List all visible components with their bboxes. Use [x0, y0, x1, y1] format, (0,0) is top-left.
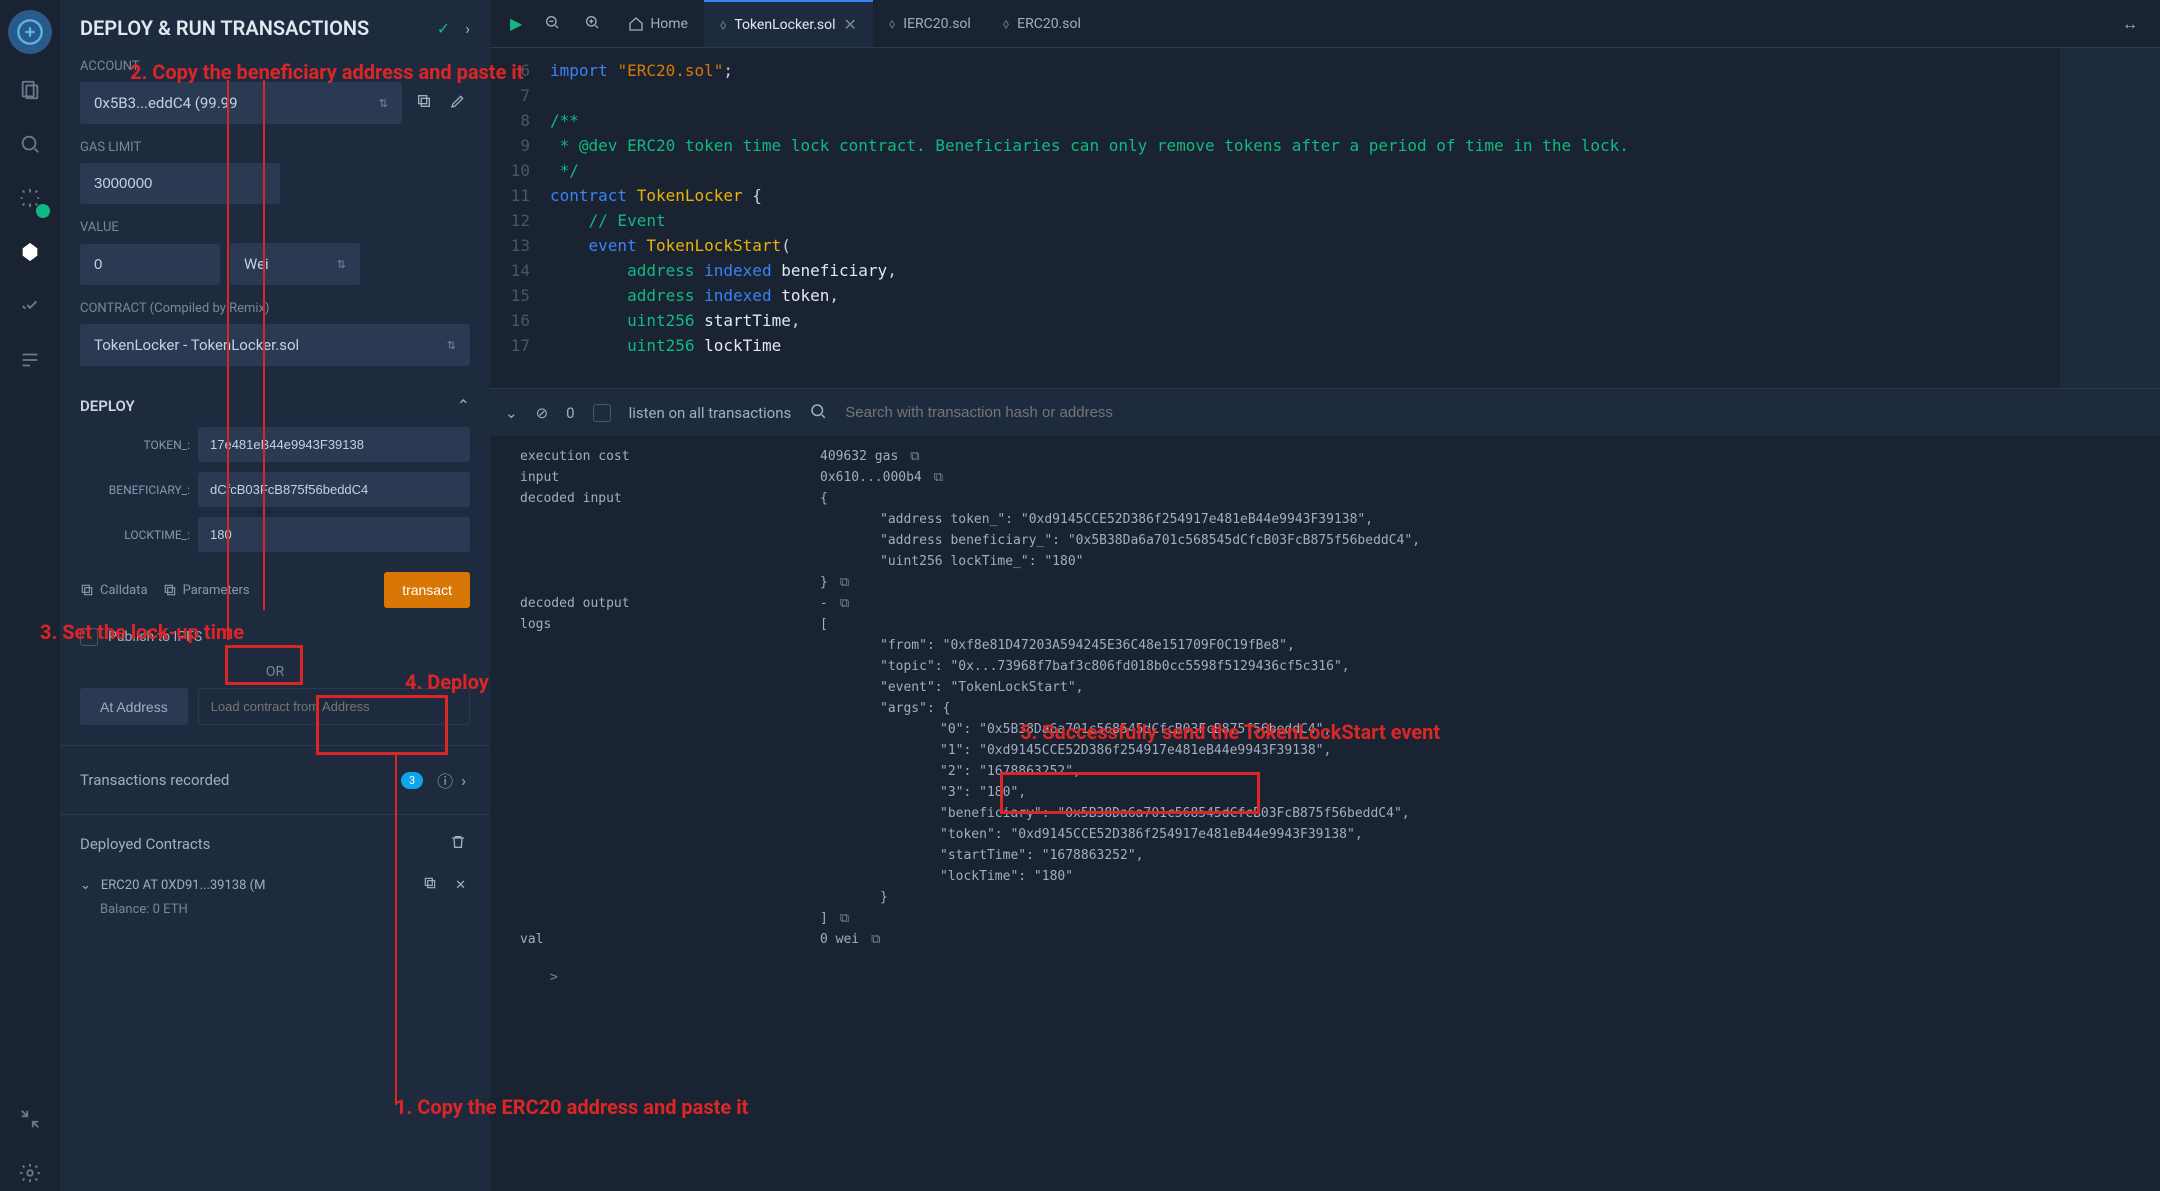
terminal-search-input[interactable] — [845, 404, 2145, 421]
value-unit-select[interactable]: Wei⇅ — [230, 243, 360, 285]
chevron-right-icon[interactable]: › — [457, 767, 470, 794]
copy-icon[interactable]: ⧉ — [871, 932, 880, 947]
publish-ipfs-checkbox[interactable] — [80, 628, 98, 646]
tab-file[interactable]: ⬨ERC20.sol — [987, 0, 1097, 47]
tx-recorded-label: Transactions recorded — [80, 771, 401, 789]
settings-icon[interactable] — [12, 1155, 48, 1191]
edit-account-icon[interactable] — [446, 89, 470, 117]
value-label: VALUE — [80, 220, 470, 235]
zoom-out-icon[interactable] — [532, 14, 572, 34]
listen-label: listen on all transactions — [629, 404, 792, 422]
redline-2b — [263, 80, 265, 610]
terminal-prompt[interactable]: > — [520, 950, 2130, 1005]
deployed-contract-name[interactable]: ERC20 AT 0XD91...39138 (M — [101, 878, 409, 893]
deploy-panel: DEPLOY & RUN TRANSACTIONS ✓ › ACCOUNT 0x… — [60, 0, 490, 1191]
param-label: TOKEN_: — [80, 438, 190, 452]
code-editor[interactable]: 67891011121314151617 import "ERC20.sol";… — [490, 48, 2160, 388]
redline-1 — [395, 755, 397, 1105]
param-input[interactable] — [198, 472, 470, 507]
minimap[interactable] — [2060, 48, 2160, 388]
contract-select[interactable]: TokenLocker - TokenLocker.sol⇅ — [80, 324, 470, 366]
activity-bar — [0, 0, 60, 1191]
main-area: ▶ Home ⬨TokenLocker.sol✕⬨IERC20.sol⬨ERC2… — [490, 0, 2160, 1191]
param-input[interactable] — [198, 517, 470, 552]
info-icon[interactable]: ⓘ — [433, 764, 457, 796]
clear-icon[interactable]: ⊘ — [536, 404, 549, 422]
compiler-icon[interactable] — [12, 180, 48, 216]
check-icon: ✓ — [437, 19, 450, 38]
account-select[interactable]: 0x5B3...eddC4 (99.99⇅ — [80, 82, 402, 124]
value-input[interactable] — [80, 244, 220, 285]
deploy-icon[interactable] — [12, 234, 48, 270]
listen-checkbox[interactable] — [593, 404, 611, 422]
remix-logo-icon — [8, 10, 52, 54]
at-address-button[interactable]: At Address — [80, 688, 188, 725]
tab-file[interactable]: ⬨TokenLocker.sol✕ — [704, 0, 873, 47]
expand-icon[interactable]: ↔ — [2110, 14, 2150, 34]
param-label: BENEFICIARY_: — [80, 483, 190, 497]
copy-icon[interactable]: ⧉ — [910, 449, 919, 464]
search-icon[interactable] — [12, 126, 48, 162]
close-tab-icon[interactable]: ✕ — [844, 15, 857, 34]
param-label: LOCKTIME_: — [80, 528, 190, 542]
chevron-right-icon[interactable]: › — [465, 19, 470, 38]
gas-limit-label: GAS LIMIT — [80, 140, 470, 155]
search-icon[interactable] — [809, 402, 827, 424]
tx-count-badge: 3 — [401, 772, 423, 789]
expand-contract-icon[interactable]: ⌄ — [80, 878, 91, 893]
pending-count: 0 — [566, 404, 574, 422]
contract-balance: Balance: 0 ETH — [80, 902, 470, 917]
deploy-section-label: DEPLOY — [80, 397, 135, 415]
library-icon[interactable] — [12, 342, 48, 378]
deployed-contracts-label: Deployed Contracts — [80, 835, 210, 853]
param-input[interactable] — [198, 427, 470, 462]
transact-button[interactable]: transact — [384, 572, 470, 608]
run-icon[interactable]: ▶ — [500, 14, 532, 33]
tab-file[interactable]: ⬨IERC20.sol — [873, 0, 987, 47]
copy-contract-icon[interactable] — [419, 872, 441, 898]
redline-2 — [227, 80, 229, 640]
parameters-button[interactable]: Parameters — [163, 583, 250, 598]
debugger-icon[interactable] — [12, 288, 48, 324]
tab-bar: ▶ Home ⬨TokenLocker.sol✕⬨IERC20.sol⬨ERC2… — [490, 0, 2160, 48]
close-contract-icon[interactable]: ✕ — [451, 874, 470, 897]
contract-label: CONTRACT (Compiled by Remix) — [80, 301, 470, 316]
or-divider: OR — [80, 656, 470, 688]
publish-ipfs-label: Publish to IPFS — [108, 629, 202, 645]
copy-icon[interactable]: ⧉ — [840, 596, 849, 611]
collapse-terminal-icon[interactable]: ⌄ — [505, 404, 518, 422]
load-address-input[interactable] — [198, 688, 470, 725]
copy-account-icon[interactable] — [412, 89, 436, 117]
gas-limit-input[interactable] — [80, 163, 280, 204]
plugin-icon[interactable] — [12, 1101, 48, 1137]
copy-icon[interactable]: ⧉ — [840, 575, 849, 590]
zoom-in-icon[interactable] — [572, 14, 612, 34]
terminal-bar: ⌄ ⊘ 0 listen on all transactions — [490, 388, 2160, 436]
trash-icon[interactable] — [446, 830, 470, 858]
copy-icon[interactable]: ⧉ — [840, 911, 849, 926]
tab-home[interactable]: Home — [612, 0, 704, 47]
copy-icon[interactable]: ⧉ — [934, 470, 943, 485]
panel-title: DEPLOY & RUN TRANSACTIONS — [80, 15, 437, 41]
account-label: ACCOUNT — [80, 59, 470, 74]
file-explorer-icon[interactable] — [12, 72, 48, 108]
calldata-button[interactable]: Calldata — [80, 583, 148, 598]
terminal-output[interactable]: execution cost409632 gas⧉input0x610...00… — [490, 436, 2160, 1191]
collapse-icon[interactable]: ⌃ — [457, 396, 470, 415]
